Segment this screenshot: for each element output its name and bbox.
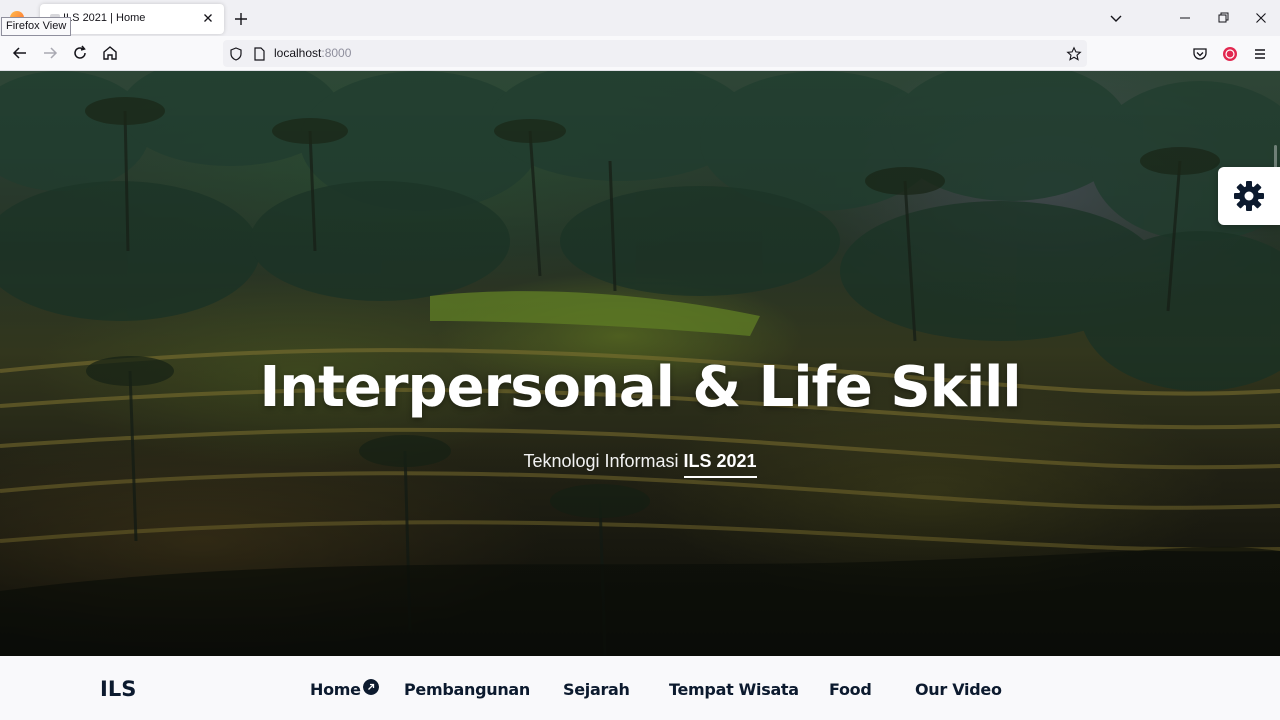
close-window-icon[interactable]: [1247, 6, 1275, 30]
hero-section: Interpersonal & Life Skill Teknologi Inf…: [0, 71, 1280, 656]
restore-icon[interactable]: [1209, 6, 1237, 30]
account-avatar-icon[interactable]: [1220, 44, 1240, 64]
list-all-tabs-icon[interactable]: [1106, 8, 1126, 28]
reload-icon[interactable]: [68, 41, 92, 65]
bookmark-star-icon[interactable]: [1066, 46, 1082, 62]
close-tab-icon[interactable]: [200, 10, 216, 26]
arrow-up-right-icon: [363, 679, 379, 695]
url-port: :8000: [321, 46, 352, 60]
settings-toggle-button[interactable]: [1218, 167, 1280, 225]
browser-toolbar: localhost:8000: [0, 36, 1280, 71]
hero-subtitle-prefix: Teknologi Informasi: [523, 451, 684, 471]
minimize-icon[interactable]: [1171, 6, 1199, 30]
pocket-icon[interactable]: [1190, 44, 1210, 64]
tab-title: ILS 2021 | Home: [63, 12, 146, 24]
hamburger-menu-icon[interactable]: [1250, 44, 1270, 64]
firefox-view-tooltip: Firefox View: [1, 17, 72, 36]
gear-icon: [1234, 181, 1264, 211]
brand-logo[interactable]: ILS: [100, 677, 136, 701]
hero-title: Interpersonal & Life Skill: [259, 355, 1021, 420]
home-icon[interactable]: [98, 41, 122, 65]
nav-item-tempat-wisata[interactable]: Tempat Wisata: [669, 680, 799, 699]
tab-strip: Firefox View ILS 2021 | Home: [0, 0, 1280, 36]
nav-item-home[interactable]: Home: [310, 680, 361, 699]
back-icon[interactable]: [8, 41, 32, 65]
hero-subtitle-highlight: ILS 2021: [683, 451, 757, 478]
hero-subtitle: Teknologi Informasi ILS 2021: [0, 451, 1280, 478]
url-text: localhost:8000: [274, 46, 351, 60]
tracking-protection-shield-icon[interactable]: [228, 46, 244, 62]
page-info-icon[interactable]: [251, 46, 267, 62]
nav-item-pembangunan[interactable]: Pembangunan: [404, 680, 530, 699]
address-bar[interactable]: localhost:8000: [223, 40, 1087, 67]
nav-item-our-video[interactable]: Our Video: [915, 680, 1002, 699]
site-navbar: ILS Home Pembangunan Sejarah Tempat Wisa…: [0, 656, 1280, 720]
nav-item-food[interactable]: Food: [829, 680, 872, 699]
url-host: localhost: [274, 46, 322, 60]
forward-icon[interactable]: [38, 41, 62, 65]
nav-item-sejarah[interactable]: Sejarah: [563, 680, 630, 699]
new-tab-icon[interactable]: [230, 8, 252, 30]
